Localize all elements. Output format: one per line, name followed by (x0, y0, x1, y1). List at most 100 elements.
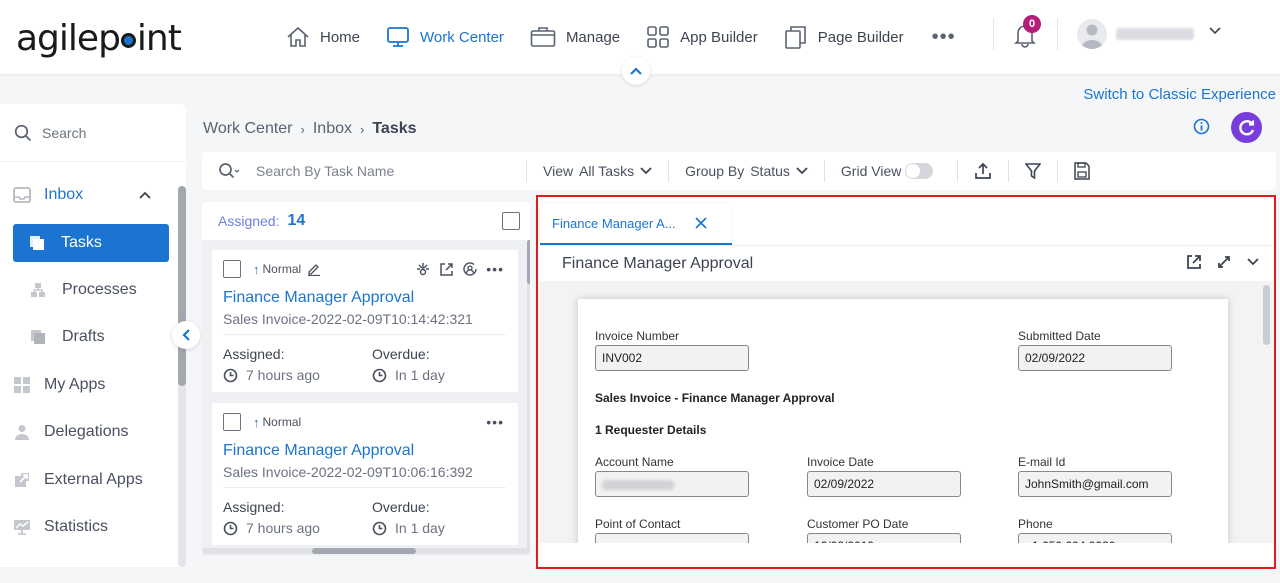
assign-icon[interactable] (415, 261, 431, 277)
external-icon (12, 472, 32, 488)
task-checkbox[interactable] (223, 413, 241, 431)
requester-details-heading: 1 Requester Details (595, 423, 707, 437)
chevron-left-icon (182, 329, 190, 341)
customer-po-date-label: Customer PO Date (807, 517, 909, 531)
breadcrumb-work-center[interactable]: Work Center (203, 120, 293, 138)
task-card-meta: ↑ Normal (223, 413, 301, 431)
search-icon (14, 124, 32, 141)
point-of-contact-label: Point of Contact (595, 517, 681, 531)
open-new-window-icon[interactable] (1186, 254, 1202, 270)
sidebar-item-delegations[interactable]: Delegations (0, 413, 176, 451)
point-of-contact-field[interactable] (595, 533, 749, 543)
task-card[interactable]: ↑ Normal ••• Finance Manager Approval Sa… (212, 403, 518, 545)
email-field[interactable]: JohnSmith@gmail.com (1018, 471, 1172, 497)
search-dropdown-icon[interactable] (218, 162, 242, 180)
breadcrumb-inbox[interactable]: Inbox (313, 120, 352, 138)
statistics-icon (12, 519, 32, 535)
sidebar-item-label: Inbox (44, 186, 84, 203)
save-icon (1074, 162, 1091, 180)
filter-button[interactable] (1025, 162, 1042, 180)
refresh-button[interactable] (1231, 112, 1262, 143)
export-button[interactable] (974, 162, 992, 180)
customer-po-date-field[interactable]: 12/02/2019 (807, 533, 961, 543)
task-card[interactable]: ↑ Normal ••• Finance Manager Approval Sa… (212, 250, 518, 392)
inbox-icon (12, 187, 32, 203)
clock-icon (372, 368, 387, 382)
sidebar-item-external-apps[interactable]: External Apps (0, 461, 176, 499)
sidebar-item-processes[interactable]: Processes (0, 271, 176, 309)
task-priority: Normal (262, 415, 302, 429)
sidebar-item-drafts[interactable]: Drafts (0, 318, 176, 356)
toolbar-divider (823, 160, 825, 182)
sidebar-scroll-thumb[interactable] (178, 186, 186, 386)
form-scrollbar[interactable] (1263, 285, 1270, 345)
collapse-sidebar-button[interactable] (172, 321, 200, 349)
reassign-user-icon[interactable] (462, 261, 478, 277)
scroll-thumb[interactable] (527, 240, 530, 284)
nav-work-center[interactable]: Work Center (386, 22, 504, 52)
sidebar-search[interactable]: Search (0, 104, 186, 162)
nav-more-button[interactable]: ••• (932, 22, 956, 52)
switch-classic-link[interactable]: Switch to Classic Experience (1083, 86, 1276, 103)
agilepoint-logo[interactable]: agilep int (16, 18, 182, 59)
task-list-header: Assigned: 14 (202, 202, 530, 240)
view-label: View (543, 163, 574, 179)
task-list-horizontal-scrollbar[interactable] (202, 548, 530, 554)
task-toolbar: View All Tasks Group By Status Grid View (202, 152, 1276, 190)
user-name-redacted[interactable] (1116, 28, 1194, 40)
save-view-button[interactable] (1074, 162, 1091, 180)
collapse-header-button[interactable] (622, 57, 650, 85)
phone-label: Phone (1018, 517, 1053, 531)
edit-icon[interactable] (307, 262, 321, 276)
group-by-dropdown[interactable]: Group By Status (685, 163, 808, 179)
detail-footer (540, 543, 1274, 567)
nav-divider (993, 18, 994, 50)
task-card-actions: ••• (415, 261, 504, 277)
tasks-icon (27, 235, 47, 251)
submitted-date-field[interactable]: 02/09/2022 (1018, 345, 1172, 371)
expand-icon[interactable] (1216, 254, 1232, 270)
sidebar-item-label: Statistics (44, 518, 109, 535)
refresh-icon (1238, 119, 1254, 135)
select-all-checkbox[interactable] (502, 212, 520, 230)
task-checkbox[interactable] (223, 260, 241, 278)
close-icon (695, 217, 707, 229)
logo-text-end: int (136, 18, 182, 59)
grid-view-toggle[interactable] (905, 163, 934, 179)
user-menu-chevron[interactable] (1208, 24, 1222, 43)
sidebar-item-my-apps[interactable]: My Apps (0, 366, 176, 404)
task-search-input[interactable] (256, 163, 496, 179)
task-list-panel: Assigned: 14 ↑ Normal ••• Finance Manage… (202, 202, 530, 556)
more-options-icon[interactable]: ••• (486, 414, 504, 430)
sidebar-item-statistics[interactable]: Statistics (0, 508, 176, 546)
invoice-number-field[interactable]: INV002 (595, 345, 749, 371)
sidebar-scrollbar[interactable] (178, 186, 186, 567)
chevron-up-icon[interactable] (138, 190, 152, 200)
more-options-icon[interactable]: ••• (486, 261, 504, 277)
invoice-date-field[interactable]: 02/09/2022 (807, 471, 961, 497)
group-by-value: Status (750, 163, 790, 179)
scroll-thumb[interactable] (312, 548, 416, 554)
account-name-field[interactable] (595, 471, 749, 497)
task-title[interactable]: Finance Manager Approval (223, 442, 414, 460)
nav-home[interactable]: Home (286, 22, 360, 52)
chevron-up-icon (630, 67, 642, 75)
open-new-window-icon[interactable] (439, 262, 454, 277)
close-tab-button[interactable] (694, 216, 708, 230)
nav-page-builder[interactable]: Page Builder (784, 22, 904, 52)
task-list-vertical-scrollbar[interactable] (527, 240, 530, 552)
chevron-down-icon[interactable] (1246, 255, 1260, 269)
task-title[interactable]: Finance Manager Approval (223, 289, 414, 307)
filter-icon (1025, 163, 1042, 180)
tab-finance-manager-approval[interactable]: Finance Manager A... (540, 203, 732, 245)
info-button[interactable] (1193, 118, 1210, 140)
nav-manage[interactable]: Manage (530, 22, 620, 52)
sidebar-item-tasks[interactable]: Tasks (13, 224, 169, 262)
assigned-label: Assigned: (218, 213, 280, 229)
phone-field[interactable]: +1 650 604 0020 (1018, 533, 1172, 543)
view-dropdown[interactable]: View All Tasks (543, 163, 652, 179)
nav-app-builder[interactable]: App Builder (646, 22, 758, 52)
user-avatar[interactable] (1077, 19, 1107, 49)
grid-view-label: Grid View (840, 163, 902, 179)
sidebar-item-inbox[interactable]: Inbox (0, 176, 176, 214)
